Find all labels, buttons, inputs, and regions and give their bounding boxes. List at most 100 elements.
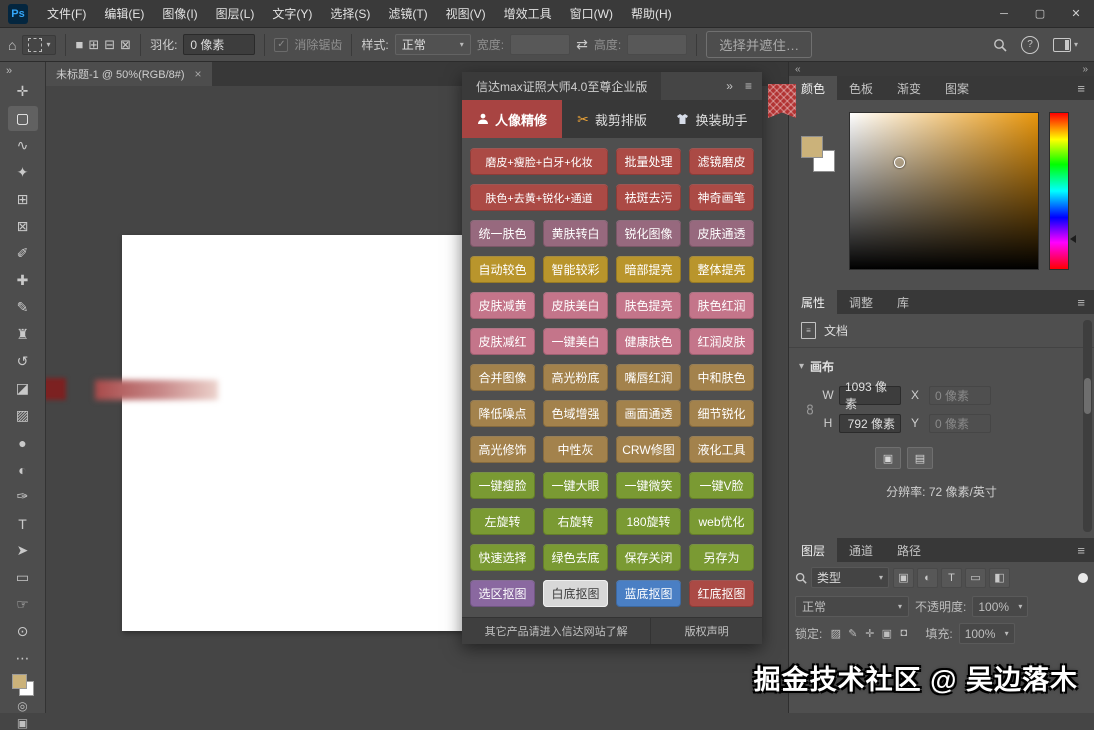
- plugin-button-2-2[interactable]: 锐化图像: [616, 220, 681, 247]
- pen-tool[interactable]: ✑: [8, 484, 38, 509]
- menu-item-6[interactable]: 滤镜(T): [379, 0, 436, 28]
- clone-stamp-tool[interactable]: ♜: [8, 322, 38, 347]
- plugin-button-8-1[interactable]: 中性灰: [543, 436, 608, 463]
- plugin-button-2-1[interactable]: 黄肤转白: [543, 220, 608, 247]
- color-swatches[interactable]: [11, 674, 34, 696]
- workspace-switcher[interactable]: ▾: [1052, 37, 1078, 52]
- menu-item-0[interactable]: 文件(F): [38, 0, 95, 28]
- foreground-color-swatch[interactable]: [11, 674, 27, 689]
- eraser-tool[interactable]: ◪: [8, 376, 38, 401]
- tab-portrait-retouch[interactable]: 人像精修: [462, 100, 562, 138]
- chevron-down-icon[interactable]: ▾: [799, 361, 804, 372]
- collapse-tools-icon[interactable]: »: [0, 62, 18, 78]
- menu-item-9[interactable]: 窗口(W): [561, 0, 622, 28]
- tab-adjustments[interactable]: 调整: [837, 290, 885, 314]
- plugin-button-4-2[interactable]: 肤色提亮: [616, 292, 681, 319]
- width-input[interactable]: [510, 34, 571, 55]
- lock-move-icon[interactable]: ✛: [862, 627, 877, 640]
- plugin-button-0-0[interactable]: 磨皮+瘦脸+白牙+化妆: [470, 148, 608, 175]
- plugin-footer-link[interactable]: 其它产品请进入信达网站了解: [462, 618, 652, 644]
- plugin-button-8-0[interactable]: 高光修饰: [470, 436, 535, 463]
- menu-item-10[interactable]: 帮助(H): [622, 0, 681, 28]
- lock-all-icon[interactable]: ◘: [896, 627, 911, 640]
- scrollbar[interactable]: [1083, 320, 1092, 532]
- canvas-y-field[interactable]: 0 像素: [929, 413, 991, 433]
- plugin-button-4-1[interactable]: 皮肤美白: [543, 292, 608, 319]
- plugin-button-1-2[interactable]: 神奇画笔: [689, 184, 754, 211]
- plugin-button-11-0[interactable]: 快速选择: [470, 544, 535, 571]
- add-to-selection-icon[interactable]: ⊞: [88, 37, 99, 53]
- filter-pixel-layers-icon[interactable]: ▣: [893, 567, 914, 588]
- tab-paths[interactable]: 路径: [885, 538, 933, 562]
- hue-slider-marker[interactable]: [1070, 235, 1076, 243]
- canvas-x-field[interactable]: 0 像素: [929, 385, 991, 405]
- plugin-button-6-3[interactable]: 中和肤色: [689, 364, 754, 391]
- plugin-button-7-0[interactable]: 降低噪点: [470, 400, 535, 427]
- tab-outfit-assistant[interactable]: 换装助手: [662, 100, 762, 138]
- tool-preset-dropdown[interactable]: ▾: [22, 34, 57, 55]
- plugin-button-7-1[interactable]: 色域增强: [543, 400, 608, 427]
- plugin-button-11-3[interactable]: 另存为: [689, 544, 754, 571]
- canvas[interactable]: [122, 235, 462, 631]
- screen-mode-icon[interactable]: ▣: [17, 717, 28, 730]
- healing-brush-tool[interactable]: ✚: [8, 268, 38, 293]
- plugin-button-2-3[interactable]: 皮肤通透: [689, 220, 754, 247]
- swap-dimensions-icon[interactable]: ⇄: [576, 36, 588, 53]
- zoom-tool[interactable]: ⊙: [8, 619, 38, 644]
- more-tools[interactable]: ⋯: [8, 646, 38, 671]
- history-brush-tool[interactable]: ↺: [8, 349, 38, 374]
- type-tool[interactable]: T: [8, 511, 38, 536]
- antialias-checkbox[interactable]: ✓: [274, 37, 289, 52]
- canvas-height-field[interactable]: 792 像素: [839, 413, 901, 433]
- plugin-button-6-0[interactable]: 合并图像: [470, 364, 535, 391]
- plugin-button-5-1[interactable]: 一键美白: [543, 328, 608, 355]
- plugin-button-4-0[interactable]: 皮肤减黄: [470, 292, 535, 319]
- intersect-selection-icon[interactable]: ⊠: [120, 37, 131, 53]
- plugin-button-12-2[interactable]: 蓝底抠图: [616, 580, 681, 607]
- image-icon-button[interactable]: ▤: [907, 447, 933, 469]
- plugin-button-3-3[interactable]: 整体提亮: [689, 256, 754, 283]
- plugin-button-0-2[interactable]: 滤镜磨皮: [689, 148, 754, 175]
- lock-transparency-icon[interactable]: ▨: [828, 627, 843, 640]
- plugin-button-12-0[interactable]: 选区抠图: [470, 580, 535, 607]
- lasso-tool[interactable]: ∿: [8, 133, 38, 158]
- lock-artboard-icon[interactable]: ▣: [879, 627, 894, 640]
- close-tab-icon[interactable]: ×: [195, 67, 202, 81]
- brush-tool[interactable]: ✎: [8, 295, 38, 320]
- plugin-button-10-2[interactable]: 180旋转: [616, 508, 681, 535]
- plugin-button-7-2[interactable]: 画面通透: [616, 400, 681, 427]
- plugin-button-12-1[interactable]: 白底抠图: [543, 580, 608, 607]
- hue-slider[interactable]: [1049, 112, 1069, 270]
- collapse-plugin-icon[interactable]: »: [726, 79, 733, 93]
- layer-filter-type-select[interactable]: 类型 ▾: [811, 567, 889, 588]
- feather-input[interactable]: 0 像素: [183, 34, 256, 55]
- menu-item-1[interactable]: 编辑(E): [95, 0, 153, 28]
- plugin-button-9-2[interactable]: 一键微笑: [616, 472, 681, 499]
- filter-shape-layers-icon[interactable]: ▭: [965, 567, 986, 588]
- plugin-button-8-3[interactable]: 液化工具: [689, 436, 754, 463]
- filter-type-layers-icon[interactable]: T: [941, 567, 962, 588]
- close-button[interactable]: ✕: [1058, 0, 1094, 27]
- tab-crop-layout[interactable]: ✂ 裁剪排版: [562, 100, 662, 138]
- plugin-button-7-3[interactable]: 细节锐化: [689, 400, 754, 427]
- plugin-button-0-1[interactable]: 批量处理: [616, 148, 681, 175]
- plugin-menu-icon[interactable]: ≡: [745, 79, 752, 93]
- quick-mask-icon[interactable]: ◎: [17, 700, 27, 713]
- tab-libraries[interactable]: 库: [885, 290, 921, 314]
- menu-item-2[interactable]: 图像(I): [153, 0, 206, 28]
- eyedropper-tool[interactable]: ✐: [8, 241, 38, 266]
- copyright-link[interactable]: 版权声明: [651, 618, 762, 644]
- plugin-button-9-1[interactable]: 一键大眼: [543, 472, 608, 499]
- gradient-tool[interactable]: ▨: [8, 403, 38, 428]
- tab-layers[interactable]: 图层: [789, 538, 838, 562]
- select-and-mask-button[interactable]: 选择并遮住…: [706, 31, 813, 58]
- link-dimensions-icon[interactable]: 8: [799, 400, 821, 417]
- blur-tool[interactable]: ●: [8, 430, 38, 455]
- dodge-tool[interactable]: ◐: [8, 457, 38, 482]
- height-input[interactable]: [627, 34, 688, 55]
- menu-item-3[interactable]: 图层(L): [207, 0, 264, 28]
- plugin-button-6-1[interactable]: 高光粉底: [543, 364, 608, 391]
- help-icon[interactable]: ?: [1020, 35, 1039, 54]
- subtract-from-selection-icon[interactable]: ⊟: [104, 37, 115, 53]
- style-select[interactable]: 正常 ▾: [394, 34, 471, 55]
